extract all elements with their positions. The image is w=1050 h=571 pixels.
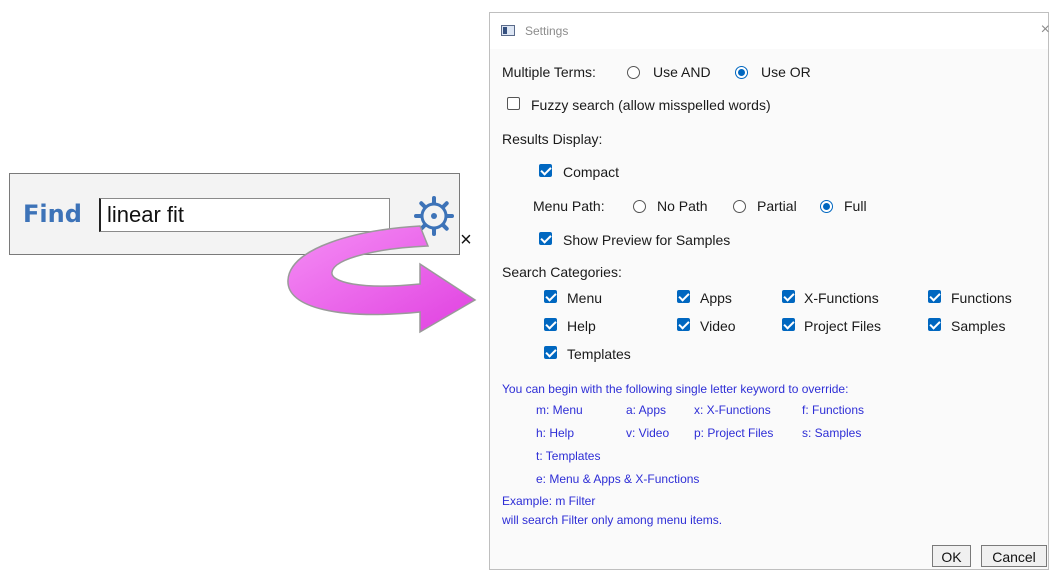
partial-radio[interactable] [733, 200, 746, 213]
keyword-example: Example: m Filter [502, 494, 596, 508]
search-categories-label: Search Categories: [502, 264, 622, 280]
fuzzy-search-checkbox[interactable] [507, 97, 520, 110]
no-path-radio[interactable] [633, 200, 646, 213]
dialog-title: Settings [525, 24, 569, 38]
category-templates-label: Templates [567, 346, 631, 362]
keyword-example-desc: will search Filter only among menu items… [502, 513, 723, 527]
partial-label: Partial [757, 198, 797, 214]
category-apps-checkbox[interactable] [677, 290, 690, 303]
category-apps-label: Apps [700, 290, 732, 306]
settings-dialog: Settings × Multiple Terms: Use AND Use O… [489, 12, 1050, 570]
category-help-label: Help [567, 318, 596, 334]
ok-button[interactable]: OK [932, 545, 971, 567]
full-radio[interactable] [820, 200, 833, 213]
multiple-terms-label: Multiple Terms: [502, 64, 596, 80]
category-samples-checkbox[interactable] [928, 318, 941, 331]
category-project-files-label: Project Files [804, 318, 882, 334]
category-samples-label: Samples [951, 318, 1006, 334]
keyword-x-functions: x: X-Functions [694, 403, 771, 417]
show-preview-checkbox[interactable] [539, 232, 552, 245]
results-display-label: Results Display: [502, 131, 603, 147]
keyword-samples: s: Samples [802, 426, 862, 440]
category-x-functions-checkbox[interactable] [782, 290, 795, 303]
keyword-templates: t: Templates [536, 449, 601, 463]
use-or-label: Use OR [761, 64, 811, 80]
keyword-help-intro: You can begin with the following single … [502, 382, 849, 396]
close-icon[interactable]: × [1041, 21, 1050, 39]
curved-arrow-icon [287, 225, 477, 334]
use-or-radio[interactable] [735, 66, 748, 79]
find-query-text: linear fit [107, 202, 185, 227]
keyword-apps: a: Apps [626, 403, 667, 417]
menu-path-label: Menu Path: [533, 198, 605, 214]
use-and-label: Use AND [653, 64, 711, 80]
compact-label: Compact [563, 164, 620, 180]
keyword-menu: m: Menu [536, 403, 583, 417]
use-and-radio[interactable] [627, 66, 640, 79]
keyword-project-files: p: Project Files [694, 426, 774, 440]
category-menu-label: Menu [567, 290, 603, 306]
find-label: Find [23, 200, 82, 228]
window-icon [501, 25, 515, 36]
category-functions-label: Functions [951, 290, 1012, 306]
category-x-functions-label: X-Functions [804, 290, 879, 306]
category-project-files-checkbox[interactable] [782, 318, 795, 331]
keyword-video: v: Video [626, 426, 670, 440]
show-preview-label: Show Preview for Samples [563, 232, 731, 248]
compact-checkbox[interactable] [539, 164, 552, 177]
keyword-combined: e: Menu & Apps & X-Functions [536, 472, 700, 486]
no-path-label: No Path [657, 198, 708, 214]
category-functions-checkbox[interactable] [928, 290, 941, 303]
keyword-functions: f: Functions [802, 403, 865, 417]
category-help-checkbox[interactable] [544, 318, 557, 331]
keyword-help: h: Help [536, 426, 575, 440]
category-video-checkbox[interactable] [677, 318, 690, 331]
category-video-label: Video [700, 318, 736, 334]
cancel-button[interactable]: Cancel [981, 545, 1047, 567]
title-bar: Settings × [490, 13, 1050, 49]
category-templates-checkbox[interactable] [544, 346, 557, 359]
category-menu-checkbox[interactable] [544, 290, 557, 303]
fuzzy-search-label: Fuzzy search (allow misspelled words) [531, 97, 771, 113]
full-label: Full [844, 198, 867, 214]
